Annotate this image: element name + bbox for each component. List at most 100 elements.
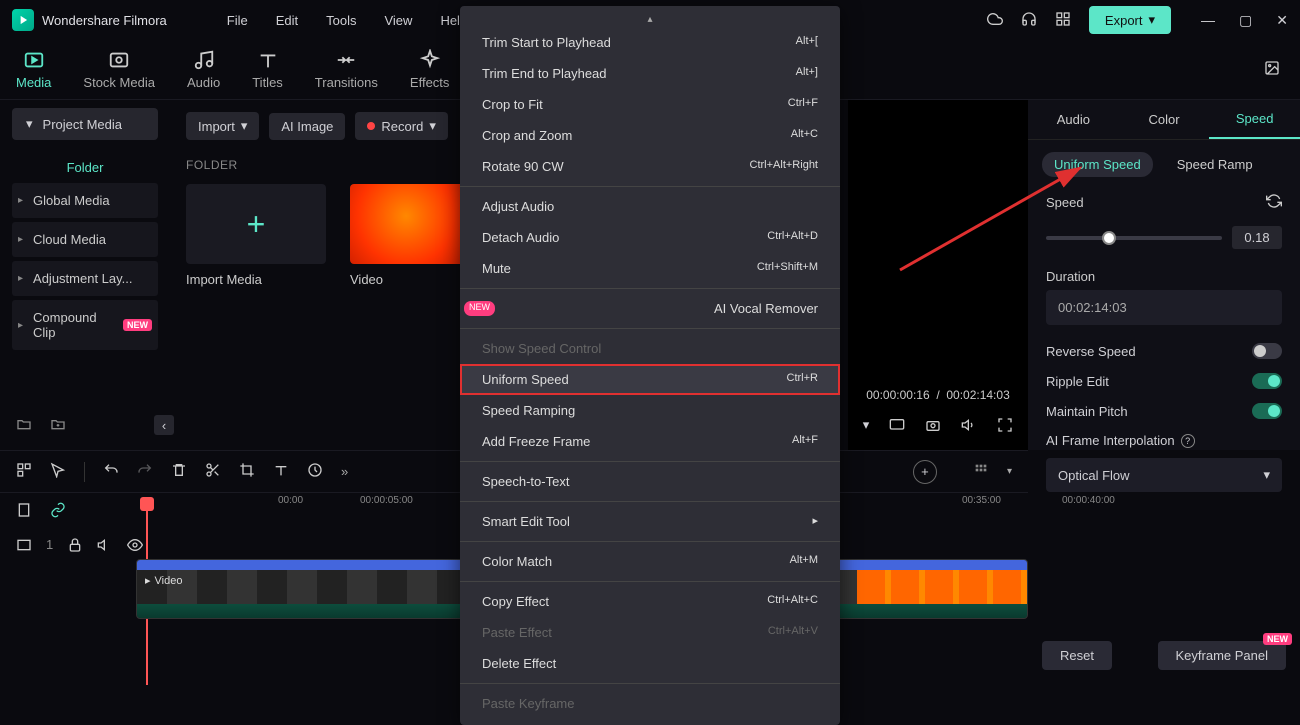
titles-icon xyxy=(257,49,279,71)
ctx-uniform-speed[interactable]: Uniform SpeedCtrl+R xyxy=(460,364,840,395)
marker-icon[interactable] xyxy=(16,502,32,521)
project-media-button[interactable]: ▾ Project Media xyxy=(12,108,158,140)
track-menu-icon[interactable] xyxy=(16,537,32,556)
effects-icon xyxy=(419,49,441,71)
fullscreen-icon[interactable] xyxy=(997,417,1013,436)
minimize-button[interactable]: — xyxy=(1201,12,1215,29)
crop-icon[interactable] xyxy=(239,462,255,481)
menu-edit[interactable]: Edit xyxy=(276,13,298,28)
display-icon[interactable] xyxy=(889,417,905,436)
keyframe-panel-button[interactable]: Keyframe Panel NEW xyxy=(1158,641,1287,670)
ctx-delete-effect[interactable]: Delete Effect xyxy=(460,648,840,679)
ctx-copy-effect[interactable]: Copy EffectCtrl+Alt+C xyxy=(460,586,840,617)
right-tab-color[interactable]: Color xyxy=(1119,100,1210,139)
cursor-icon[interactable] xyxy=(50,462,66,481)
redo-icon[interactable] xyxy=(137,462,153,481)
lock-icon[interactable] xyxy=(67,537,83,556)
undo-icon[interactable] xyxy=(103,462,119,481)
reset-button[interactable]: Reset xyxy=(1042,641,1112,670)
cloud-icon[interactable] xyxy=(987,11,1003,30)
speed-slider[interactable] xyxy=(1046,236,1222,240)
ctx-trim-end[interactable]: Trim End to PlayheadAlt+] xyxy=(460,58,840,89)
info-icon[interactable]: ? xyxy=(1181,434,1195,448)
menu-view[interactable]: View xyxy=(384,13,412,28)
sidebar: ▾ Project Media Folder ▸Global Media ▸Cl… xyxy=(0,100,170,450)
folder-add-icon[interactable] xyxy=(50,416,66,435)
right-tab-speed[interactable]: Speed xyxy=(1209,100,1300,139)
duration-field[interactable]: 00:02:14:03 xyxy=(1046,290,1282,325)
audio-icon xyxy=(193,49,215,71)
slider-thumb[interactable] xyxy=(1102,231,1116,245)
maintain-pitch-toggle[interactable] xyxy=(1252,403,1282,419)
reverse-speed-label: Reverse Speed xyxy=(1046,344,1136,359)
apps-icon[interactable] xyxy=(1055,11,1071,30)
chevron-down-icon: ▾ xyxy=(1149,12,1156,28)
speed-icon[interactable] xyxy=(307,462,323,481)
snapshot-icon[interactable] xyxy=(925,417,941,436)
ctx-mute[interactable]: MuteCtrl+Shift+M xyxy=(460,253,840,284)
close-button[interactable]: ✕ xyxy=(1276,12,1288,29)
add-track-button[interactable]: + xyxy=(913,460,937,484)
tab-transitions[interactable]: Transitions xyxy=(315,49,378,90)
stock-icon xyxy=(108,49,130,71)
image-mode-icon[interactable] xyxy=(1264,60,1280,79)
ai-interp-select[interactable]: Optical Flow▾ xyxy=(1046,458,1282,492)
right-tab-audio[interactable]: Audio xyxy=(1028,100,1119,139)
text-icon[interactable] xyxy=(273,462,289,481)
ctx-speech-to-text[interactable]: Speech-to-Text xyxy=(460,466,840,497)
plus-icon: + xyxy=(247,206,266,243)
tab-stock-media[interactable]: Stock Media xyxy=(83,49,155,90)
ctx-speed-ramping[interactable]: Speed Ramping xyxy=(460,395,840,426)
tab-effects[interactable]: Effects xyxy=(410,49,450,90)
ai-image-button[interactable]: AI Image xyxy=(269,113,345,140)
chevron-down-icon[interactable]: ▾ xyxy=(1007,466,1012,477)
export-button[interactable]: Export ▾ xyxy=(1089,6,1171,34)
ctx-vocal-remover[interactable]: NEWAI Vocal Remover xyxy=(460,293,840,324)
split-icon[interactable] xyxy=(205,462,221,481)
ctx-detach-audio[interactable]: Detach AudioCtrl+Alt+D xyxy=(460,222,840,253)
ctx-color-match[interactable]: Color MatchAlt+M xyxy=(460,546,840,577)
scroll-up-icon[interactable]: ▴ xyxy=(460,12,840,27)
more-icon[interactable]: » xyxy=(341,464,348,479)
ctx-adjust-audio[interactable]: Adjust Audio xyxy=(460,191,840,222)
link-icon[interactable] xyxy=(50,502,66,521)
tab-titles[interactable]: Titles xyxy=(252,49,283,90)
ctx-freeze-frame[interactable]: Add Freeze FrameAlt+F xyxy=(460,426,840,457)
reverse-speed-toggle[interactable] xyxy=(1252,343,1282,359)
folder-label[interactable]: Folder xyxy=(12,152,158,183)
headphones-icon[interactable] xyxy=(1021,11,1037,30)
ctx-trim-start[interactable]: Trim Start to PlayheadAlt+[ xyxy=(460,27,840,58)
preview-panel: 00:00:00:16 / 00:02:14:03 ▾ xyxy=(848,100,1028,450)
menu-tools[interactable]: Tools xyxy=(326,13,356,28)
folder-icon[interactable] xyxy=(16,416,32,435)
ctx-crop-zoom[interactable]: Crop and ZoomAlt+C xyxy=(460,120,840,151)
ripple-edit-toggle[interactable] xyxy=(1252,373,1282,389)
subtab-uniform-speed[interactable]: Uniform Speed xyxy=(1042,152,1153,177)
grid-icon[interactable] xyxy=(16,462,32,481)
sidebar-item-cloud[interactable]: ▸Cloud Media xyxy=(12,222,158,257)
maximize-button[interactable]: ▢ xyxy=(1239,12,1252,29)
speed-value[interactable]: 0.18 xyxy=(1232,226,1282,249)
volume-icon[interactable] xyxy=(961,417,977,436)
chevron-down-icon[interactable]: ▾ xyxy=(863,417,870,436)
properties-panel: Audio Color Speed Uniform Speed Speed Ra… xyxy=(1028,100,1300,450)
view-grid-icon[interactable] xyxy=(973,462,989,481)
ctx-rotate[interactable]: Rotate 90 CWCtrl+Alt+Right xyxy=(460,151,840,182)
sidebar-item-adjustment[interactable]: ▸Adjustment Lay... xyxy=(12,261,158,296)
mute-track-icon[interactable] xyxy=(97,537,113,556)
reset-speed-icon[interactable] xyxy=(1266,193,1282,212)
subtab-speed-ramp[interactable]: Speed Ramp xyxy=(1165,152,1265,177)
delete-icon[interactable] xyxy=(171,462,187,481)
sidebar-item-compound[interactable]: ▸Compound ClipNEW xyxy=(12,300,158,350)
import-button[interactable]: Import▾ xyxy=(186,112,259,140)
ctx-crop-fit[interactable]: Crop to FitCtrl+F xyxy=(460,89,840,120)
tab-media[interactable]: Media xyxy=(16,49,51,90)
tab-audio[interactable]: Audio xyxy=(187,49,220,90)
menu-file[interactable]: File xyxy=(227,13,248,28)
import-media-tile[interactable]: + Import Media xyxy=(186,184,326,287)
ai-interp-label: AI Frame Interpolation xyxy=(1046,433,1175,448)
record-button[interactable]: Record▾ xyxy=(355,112,447,140)
sidebar-item-global[interactable]: ▸Global Media xyxy=(12,183,158,218)
chevron-down-icon: ▾ xyxy=(26,116,33,132)
ctx-smart-edit[interactable]: Smart Edit Tool▸ xyxy=(460,506,840,537)
